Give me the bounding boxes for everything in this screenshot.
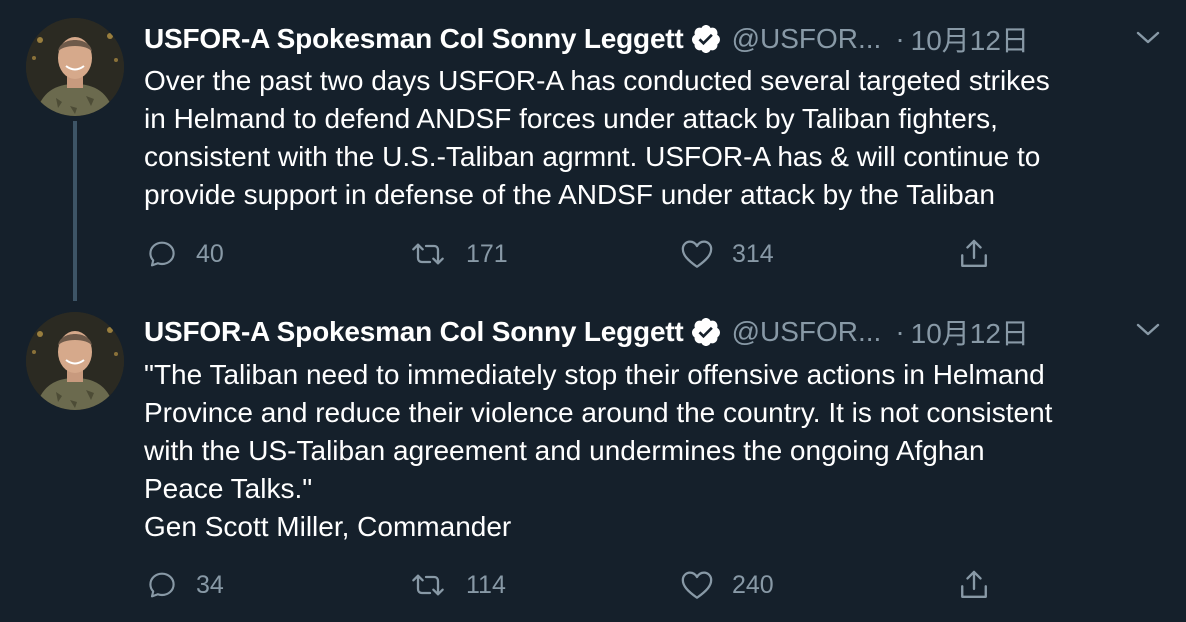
like-button[interactable]: 314 [680,234,774,274]
tweet-header: USFOR-A Spokesman Col Sonny Leggett @USF… [144,18,1029,60]
reply-button[interactable]: 34 [146,565,224,605]
retweet-count: 171 [466,239,508,268]
separator-dot: · [895,23,905,54]
share-icon [958,568,990,602]
author-handle[interactable]: @USFOR... [732,23,882,55]
like-button[interactable]: 240 [680,565,774,605]
separator-dot: · [895,316,905,347]
chevron-down-icon[interactable] [1134,320,1162,340]
tweet-date[interactable]: 10月12日 [911,19,1029,59]
retweet-button[interactable]: 171 [410,234,508,274]
share-button[interactable] [958,565,990,605]
tweet-text-line: Gen Scott Miller, Commander [144,511,512,542]
thread-connector-line [73,121,77,301]
verified-badge-icon [690,23,722,55]
author-handle[interactable]: @USFOR... [732,316,882,348]
tweet-text-line: Over the past two days USFOR-A has condu… [144,65,1050,96]
avatar[interactable] [26,312,124,410]
retweet-count: 114 [466,570,506,599]
tweet-actions: 40 171 314 [0,234,1186,274]
like-count: 240 [732,570,774,599]
tweet[interactable]: USFOR-A Spokesman Col Sonny Leggett @USF… [0,300,1186,622]
retweet-button[interactable]: 114 [410,565,506,605]
chevron-down-icon[interactable] [1134,28,1162,48]
tweet-text-line: with the US-Taliban agreement and underm… [144,435,985,466]
tweet-text-line: "The Taliban need to immediately stop th… [144,359,1045,390]
heart-icon [680,569,714,601]
tweet-text: "The Taliban need to immediately stop th… [144,356,1164,546]
tweet-header: USFOR-A Spokesman Col Sonny Leggett @USF… [144,311,1029,353]
reply-button[interactable]: 40 [146,234,224,274]
tweet-text-line: consistent with the U.S.-Taliban agrmnt.… [144,141,1041,172]
tweet-actions: 34 114 240 [0,565,1186,605]
verified-badge-icon [690,316,722,348]
author-name[interactable]: USFOR-A Spokesman Col Sonny Leggett [144,316,684,348]
like-count: 314 [732,239,774,268]
tweet[interactable]: USFOR-A Spokesman Col Sonny Leggett @USF… [0,0,1186,301]
tweet-text-line: provide support in defense of the ANDSF … [144,179,995,210]
reply-icon [146,238,178,270]
tweet-text-line: in Helmand to defend ANDSF forces under … [144,103,998,134]
tweet-text-line: Province and reduce their violence aroun… [144,397,1053,428]
heart-icon [680,238,714,270]
tweet-date[interactable]: 10月12日 [911,312,1029,352]
reply-count: 40 [196,239,224,268]
share-icon [958,237,990,271]
share-button[interactable] [958,234,990,274]
tweet-text: Over the past two days USFOR-A has condu… [144,62,1164,214]
tweet-text-line: Peace Talks." [144,473,313,504]
reply-icon [146,569,178,601]
retweet-icon [410,238,446,270]
reply-count: 34 [196,570,224,599]
author-name[interactable]: USFOR-A Spokesman Col Sonny Leggett [144,23,684,55]
retweet-icon [410,569,446,601]
avatar[interactable] [26,18,124,116]
